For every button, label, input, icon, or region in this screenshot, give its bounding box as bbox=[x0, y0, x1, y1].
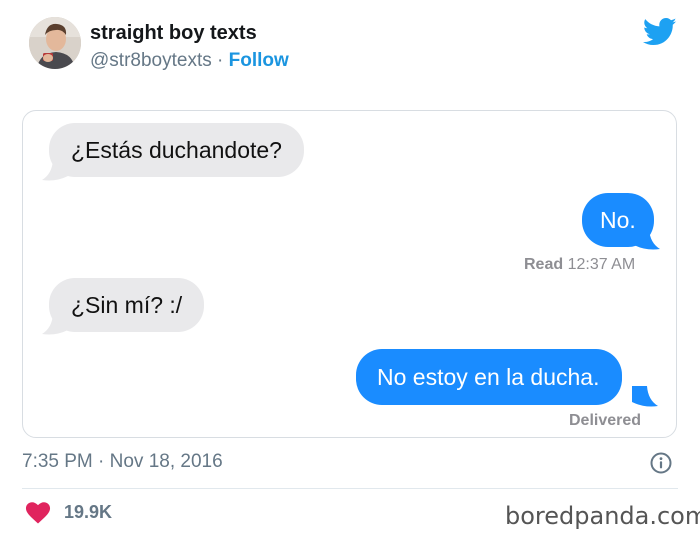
like-count[interactable]: 19.9K bbox=[64, 502, 112, 523]
incoming-message: ¿Estás duchandote? bbox=[49, 123, 304, 177]
info-icon[interactable] bbox=[650, 452, 672, 474]
watermark: boredpanda.com bbox=[505, 502, 700, 530]
tweet-timestamp[interactable]: 7:35 PM · Nov 18, 2016 bbox=[22, 451, 223, 473]
read-label: Read bbox=[524, 256, 564, 273]
outgoing-message: No. bbox=[582, 193, 654, 247]
read-time: 12:37 AM bbox=[563, 256, 636, 273]
read-receipt: Read 12:37 AM bbox=[524, 256, 635, 274]
incoming-message: ¿Sin mí? :/ bbox=[49, 278, 205, 332]
user-handle[interactable]: @str8boytexts bbox=[90, 50, 212, 71]
delivered-status: Delivered bbox=[569, 412, 642, 429]
outgoing-message: No estoy en la ducha. bbox=[356, 349, 623, 405]
display-name[interactable]: straight boy texts bbox=[90, 22, 257, 45]
heart-icon[interactable] bbox=[25, 502, 51, 524]
tweet-card: straight boy texts @str8boytexts · Follo… bbox=[0, 0, 700, 540]
twitter-bird-icon[interactable] bbox=[643, 17, 677, 47]
avatar-image bbox=[29, 17, 81, 69]
follow-button[interactable]: Follow bbox=[229, 50, 289, 71]
avatar[interactable] bbox=[29, 17, 81, 69]
message-screenshot[interactable]: ¿Estás duchandote? No. Read 12:37 AM ¿Si… bbox=[22, 110, 677, 438]
handle-line: @str8boytexts · Follow bbox=[90, 50, 289, 72]
separator-dot: · bbox=[211, 50, 229, 71]
divider bbox=[22, 488, 678, 489]
outgoing-bubble-tail bbox=[632, 386, 658, 407]
